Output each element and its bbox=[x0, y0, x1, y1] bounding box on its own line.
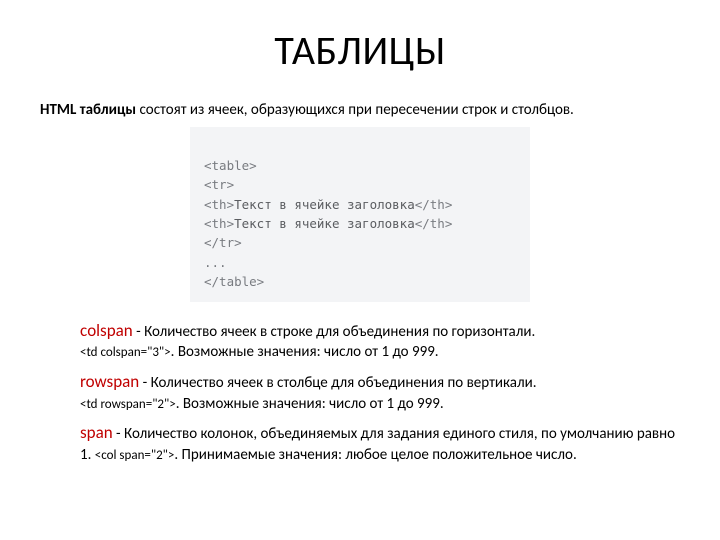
code-line: </tr> bbox=[204, 235, 242, 250]
attr-values: Возможные значения: число от 1 до 999. bbox=[183, 395, 444, 413]
code-line: </table> bbox=[204, 274, 264, 289]
attr-span: span - Количество колонок, объединяемых … bbox=[80, 422, 680, 465]
intro-bold: HTML таблицы bbox=[40, 101, 136, 119]
attr-sep: - bbox=[139, 374, 150, 392]
code-line: <th>Текст в ячейке заголовка</th> bbox=[204, 216, 452, 231]
code-line: <th>Текст в ячейке заголовка</th> bbox=[204, 197, 452, 212]
intro-rest: состоят из ячеек, образующихся при перес… bbox=[136, 101, 574, 119]
attributes-section: сolspan - Количество ячеек в строке для … bbox=[40, 320, 680, 466]
attr-example-sep: . bbox=[176, 395, 183, 413]
attr-rowspan: rowspan - Количество ячеек в столбце для… bbox=[80, 371, 680, 414]
attr-example: <td colspan="3"> bbox=[80, 345, 171, 360]
page-title: ТАБЛИЦЫ bbox=[40, 26, 680, 75]
attr-example-sep: . bbox=[171, 343, 178, 361]
attr-name: rowspan bbox=[80, 371, 139, 392]
code-line: <table> bbox=[204, 158, 257, 173]
code-line: <tr> bbox=[204, 177, 234, 192]
attr-example: <col span="2"> bbox=[95, 448, 175, 463]
attr-values: Возможные значения: число от 1 до 999. bbox=[178, 343, 439, 361]
code-example: <table> <tr> <th>Текст в ячейке заголовк… bbox=[190, 127, 530, 302]
attr-example: <td rowspan="2"> bbox=[80, 397, 176, 412]
attr-sep: - bbox=[133, 323, 144, 341]
attr-colspan: сolspan - Количество ячеек в строке для … bbox=[80, 320, 680, 363]
attr-name: сolspan bbox=[80, 320, 133, 341]
intro-text: HTML таблицы состоят из ячеек, образующи… bbox=[40, 101, 680, 121]
code-line: ... bbox=[204, 255, 227, 270]
attr-desc: Количество ячеек в строке для объединени… bbox=[144, 323, 535, 341]
attr-name: span bbox=[80, 422, 113, 443]
attr-sep: - bbox=[113, 425, 124, 443]
attr-desc: Количество ячеек в столбце для объединен… bbox=[151, 374, 537, 392]
attr-values: Принимаемые значения: любое целое положи… bbox=[182, 446, 577, 464]
attr-example-sep: . bbox=[174, 446, 181, 464]
